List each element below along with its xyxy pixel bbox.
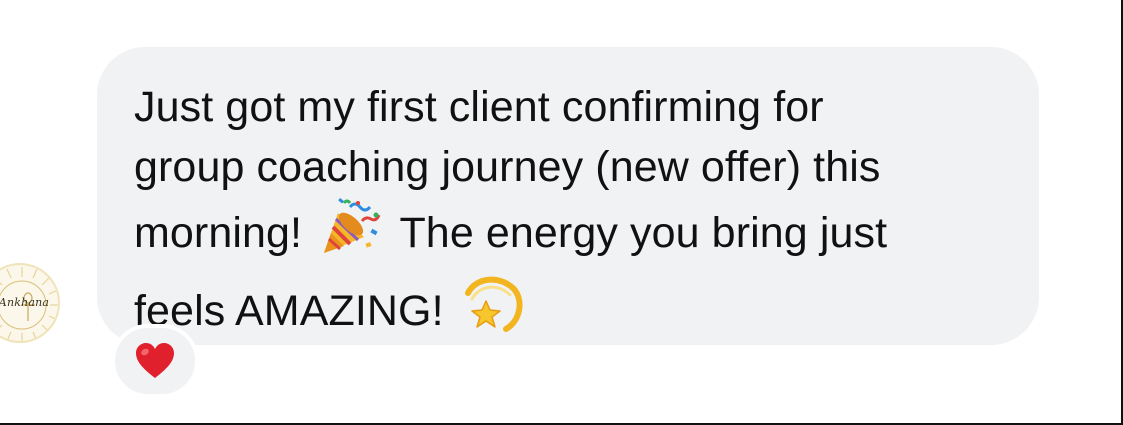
message-line-2: group coaching journey (new offer) this [134,143,881,191]
party-popper-icon [320,197,382,273]
reaction-badge[interactable] [111,324,199,398]
message-line-4: feels AMAZING! [134,287,444,335]
message-line-3-start: morning! [134,209,303,257]
message-line-1: Just got my first client confirming for [134,83,824,131]
avatar[interactable]: Ankhana [0,263,60,343]
avatar-logo-text: Ankhana [0,295,50,309]
message-bubble[interactable]: Just got my first client confirming for … [97,47,1039,345]
message-text: Just got my first client confirming for … [134,77,1009,351]
message-line-3-end: The energy you bring just [399,209,888,257]
dizzy-star-icon [462,273,524,351]
red-heart-icon [136,343,174,378]
